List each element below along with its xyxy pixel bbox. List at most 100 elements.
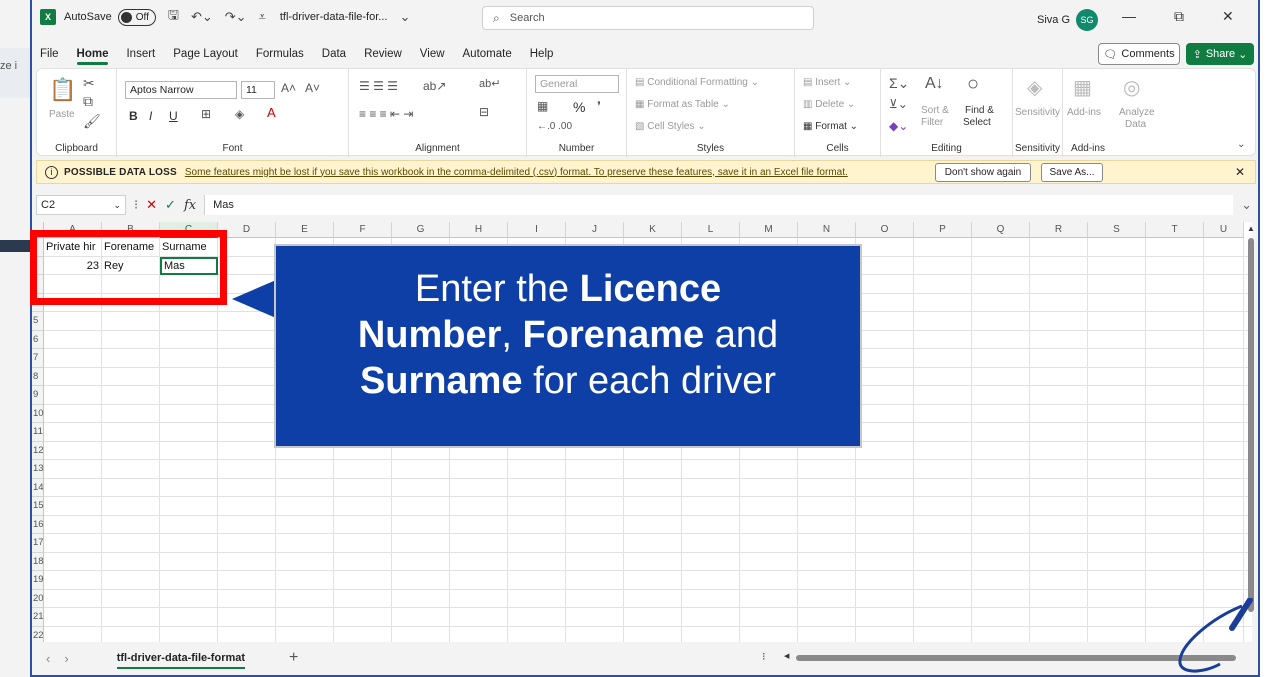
- column-header[interactable]: I: [508, 222, 566, 238]
- column-header[interactable]: N: [798, 222, 856, 238]
- format-painter-icon[interactable]: 🖌: [83, 113, 101, 130]
- font-name-select[interactable]: Aptos Narrow: [125, 81, 237, 99]
- analyze-data-label[interactable]: Analyze: [1119, 107, 1155, 118]
- column-header[interactable]: S: [1088, 222, 1146, 238]
- clear-icon[interactable]: ◆⌄: [889, 119, 908, 133]
- row-header[interactable]: 17: [32, 534, 44, 553]
- close-icon[interactable]: ✕: [1222, 8, 1234, 25]
- column-header[interactable]: H: [450, 222, 508, 238]
- wrap-text-icon[interactable]: ab↵: [479, 77, 500, 90]
- row-header[interactable]: 22: [32, 626, 44, 642]
- row-header[interactable]: 5: [32, 312, 44, 331]
- tab-formulas[interactable]: Formulas: [256, 48, 304, 60]
- tab-home[interactable]: Home: [76, 48, 108, 65]
- row-header[interactable]: 6: [32, 330, 44, 349]
- tab-insert[interactable]: Insert: [126, 48, 155, 60]
- collapse-ribbon-icon[interactable]: ⌄: [1237, 139, 1245, 150]
- row-header[interactable]: 15: [32, 497, 44, 516]
- column-header[interactable]: E: [276, 222, 334, 238]
- orientation-icon[interactable]: ab↗: [423, 79, 446, 93]
- column-header[interactable]: P: [914, 222, 972, 238]
- infobar-message[interactable]: Some features might be lost if you save …: [185, 167, 848, 178]
- comments-button[interactable]: 🗨 Comments: [1098, 43, 1180, 65]
- paste-label[interactable]: Paste: [49, 109, 75, 120]
- cell-styles-button[interactable]: ▧ Cell Styles ⌄: [635, 121, 706, 132]
- percent-button[interactable]: %: [573, 99, 585, 115]
- customize-icon[interactable]: ⩡: [259, 9, 266, 25]
- borders-icon[interactable]: ⊞: [201, 107, 211, 121]
- addins-button[interactable]: Add-ins: [1067, 107, 1101, 118]
- analyze-data-icon[interactable]: ◎: [1123, 75, 1140, 100]
- align-left-icon[interactable]: ≡ ≡ ≡ ⇤ ⇥: [359, 107, 413, 121]
- scroll-up-icon[interactable]: ▲: [1247, 224, 1255, 233]
- find-icon[interactable]: ○: [967, 73, 979, 96]
- tab-file[interactable]: File: [40, 48, 59, 60]
- paste-icon[interactable]: 📋: [49, 77, 76, 103]
- autosave-toggle[interactable]: Off: [117, 8, 156, 26]
- row-header[interactable]: 14: [32, 478, 44, 497]
- row-header[interactable]: 20: [32, 589, 44, 608]
- sensitivity-icon[interactable]: ◈: [1027, 75, 1042, 100]
- row-header[interactable]: 21: [32, 608, 44, 627]
- decimal-increase-icon[interactable]: ←.0 .00: [537, 121, 572, 132]
- column-header[interactable]: J: [566, 222, 624, 238]
- row-header[interactable]: 10: [32, 404, 44, 423]
- cancel-icon[interactable]: ✕: [146, 197, 157, 213]
- sheet-tab[interactable]: tfl-driver-data-file-format: [109, 652, 253, 669]
- tab-help[interactable]: Help: [530, 48, 554, 60]
- column-header[interactable]: F: [334, 222, 392, 238]
- sensitivity-button[interactable]: Sensitivity: [1015, 107, 1060, 118]
- next-sheet-icon[interactable]: ›: [64, 651, 68, 666]
- align-top-icon[interactable]: ☰ ☰ ☰: [359, 79, 398, 93]
- insert-cells-button[interactable]: ▤ Insert ⌄: [803, 77, 851, 88]
- row-header[interactable]: 7: [32, 349, 44, 368]
- merge-center-icon[interactable]: ⊟: [479, 105, 489, 119]
- conditional-formatting-button[interactable]: ▤ Conditional Formatting ⌄: [635, 77, 759, 88]
- add-sheet-button[interactable]: +: [289, 649, 298, 667]
- row-header[interactable]: 11: [32, 423, 44, 442]
- save-icon[interactable]: 🖫: [168, 6, 179, 28]
- fill-color-icon[interactable]: ◈: [235, 107, 244, 121]
- vertical-scrollbar[interactable]: ▲: [1246, 222, 1256, 642]
- expand-formula-icon[interactable]: ⌄: [1241, 197, 1252, 213]
- save-as-button[interactable]: Save As...: [1041, 163, 1103, 182]
- column-header[interactable]: Q: [972, 222, 1030, 238]
- tab-data[interactable]: Data: [322, 48, 346, 60]
- row-header[interactable]: 13: [32, 460, 44, 479]
- fill-icon[interactable]: ⊻⌄: [889, 97, 908, 111]
- cut-icon[interactable]: ✂: [83, 75, 95, 92]
- sort-filter-label-2[interactable]: Filter: [921, 117, 943, 128]
- file-options-icon[interactable]: ⌄: [399, 9, 410, 25]
- underline-button[interactable]: U: [169, 109, 178, 123]
- column-header[interactable]: T: [1146, 222, 1204, 238]
- row-header[interactable]: 16: [32, 515, 44, 534]
- row-header[interactable]: 9: [32, 386, 44, 405]
- restore-icon[interactable]: ⧉: [1174, 8, 1184, 25]
- formula-input[interactable]: Mas: [204, 195, 1234, 215]
- addins-icon[interactable]: ▦: [1073, 75, 1092, 100]
- dont-show-again-button[interactable]: Don't show again: [935, 163, 1031, 182]
- row-header[interactable]: 18: [32, 552, 44, 571]
- tab-automate[interactable]: Automate: [463, 48, 512, 60]
- decrease-font-icon[interactable]: A˅: [305, 81, 320, 95]
- tab-view[interactable]: View: [420, 48, 445, 60]
- column-header[interactable]: G: [392, 222, 450, 238]
- tab-page-layout[interactable]: Page Layout: [173, 48, 238, 60]
- scroll-left-icon[interactable]: ◀: [784, 652, 789, 660]
- tab-review[interactable]: Review: [364, 48, 402, 60]
- format-cells-button[interactable]: ▦ Format ⌄: [803, 121, 858, 132]
- column-header[interactable]: M: [740, 222, 798, 238]
- font-size-select[interactable]: 11: [241, 81, 275, 99]
- column-header[interactable]: L: [682, 222, 740, 238]
- row-header[interactable]: 19: [32, 571, 44, 590]
- font-color-icon[interactable]: A: [267, 105, 276, 120]
- sort-filter-icon[interactable]: A↓: [925, 75, 944, 93]
- column-header[interactable]: U: [1204, 222, 1244, 238]
- find-select-label-2[interactable]: Select: [963, 117, 991, 128]
- file-name[interactable]: tfl-driver-data-file-for...: [280, 11, 388, 23]
- analyze-data-label-2[interactable]: Data: [1125, 119, 1146, 130]
- format-as-table-button[interactable]: ▦ Format as Table ⌄: [635, 99, 730, 110]
- currency-icon[interactable]: ▦: [537, 99, 548, 113]
- scroll-thumb[interactable]: [1248, 238, 1254, 612]
- scroll-splitter-icon[interactable]: ⁝: [762, 650, 766, 663]
